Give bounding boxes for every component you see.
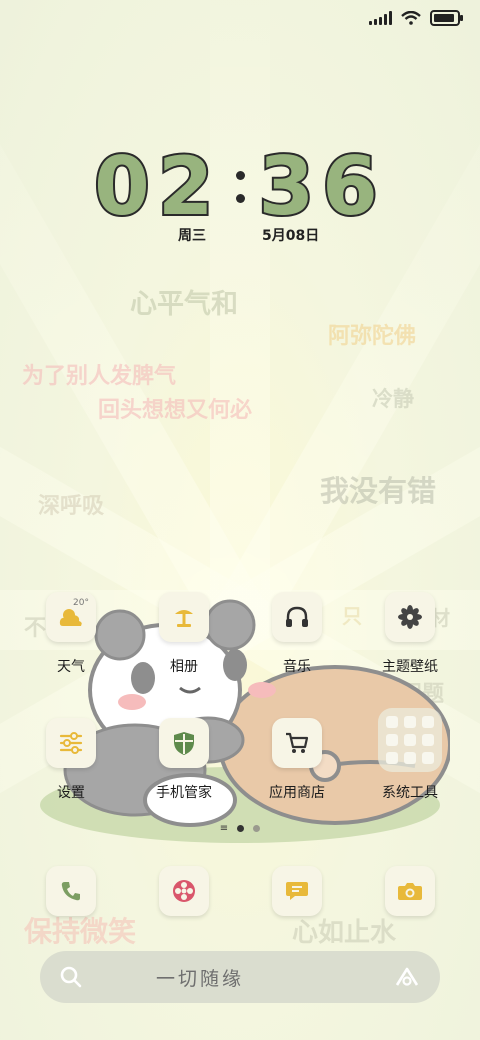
message-icon <box>272 866 322 916</box>
app-label: 主题壁纸 <box>382 659 438 675</box>
app-label: 设置 <box>57 785 85 801</box>
headphones-icon <box>272 592 322 642</box>
app-label: 系统工具 <box>382 785 438 801</box>
status-bar <box>369 10 463 26</box>
date-label: 5月08日 <box>262 228 320 244</box>
flower-icon <box>385 592 435 642</box>
weather-temp: 20° <box>73 598 89 608</box>
clock-colon <box>235 170 245 203</box>
search-placeholder[interactable]: 一切随缘 <box>156 964 244 991</box>
clock-widget[interactable]: 02 36 <box>0 138 480 235</box>
page-dot[interactable] <box>237 825 245 832</box>
browser-icon <box>159 866 209 916</box>
app-themes[interactable]: 主题壁纸 <box>354 592 466 676</box>
dock-browser[interactable] <box>159 866 209 916</box>
camera-icon <box>385 866 435 916</box>
phone-icon <box>46 866 96 916</box>
shield-icon <box>159 718 209 768</box>
wallpaper-text: 回头想想又何必 <box>98 397 253 423</box>
wallpaper-text: 阿弥陀佛 <box>328 323 417 349</box>
search-icon[interactable] <box>60 966 82 988</box>
wallpaper-text: 为了别人发脾气 <box>22 363 177 389</box>
weekday-label: 周三 <box>178 228 206 244</box>
app-phone-manager[interactable]: 手机管家 <box>128 718 240 802</box>
wallpaper-text: 冷静 <box>372 386 414 411</box>
app-label: 音乐 <box>283 659 311 675</box>
app-weather[interactable]: 20° 天气 <box>15 592 127 676</box>
wallpaper-text: 我没有错 <box>320 474 437 508</box>
wallpaper-text: 心平气和 <box>130 289 238 320</box>
battery-icon <box>430 10 463 26</box>
app-label: 手机管家 <box>156 785 212 801</box>
gallery-icon <box>159 592 209 642</box>
search-bar[interactable]: 一切随缘 <box>40 951 440 1003</box>
signal-icon <box>369 11 392 25</box>
page-menu-icon[interactable]: ≡ <box>220 824 228 834</box>
sliders-icon <box>46 718 96 768</box>
page-dot[interactable] <box>253 825 261 832</box>
app-music[interactable]: 音乐 <box>241 592 353 676</box>
cart-icon <box>272 718 322 768</box>
dock-camera[interactable] <box>385 866 435 916</box>
app-label: 应用商店 <box>269 785 325 801</box>
page-indicator[interactable]: ≡ <box>0 824 480 834</box>
weather-icon: 20° <box>46 592 96 642</box>
wallpaper-text: 深呼吸 <box>38 493 105 519</box>
app-settings[interactable]: 设置 <box>15 718 127 802</box>
app-store[interactable]: 应用商店 <box>241 718 353 802</box>
app-system-tools[interactable]: 系统工具 <box>354 708 466 802</box>
dock-messages[interactable] <box>272 866 322 916</box>
assistant-icon[interactable] <box>394 966 420 988</box>
folder-icon <box>378 708 442 772</box>
app-gallery[interactable]: 相册 <box>128 592 240 676</box>
wifi-icon <box>401 11 421 25</box>
app-label: 相册 <box>170 659 198 675</box>
clock-hours: 02 <box>92 138 222 235</box>
wallpaper-text: 保持微笑 <box>24 915 137 948</box>
app-label: 天气 <box>57 659 85 675</box>
wallpaper-text: 心如止水 <box>292 918 397 948</box>
clock-minutes: 36 <box>256 138 386 235</box>
dock-phone[interactable] <box>46 866 96 916</box>
